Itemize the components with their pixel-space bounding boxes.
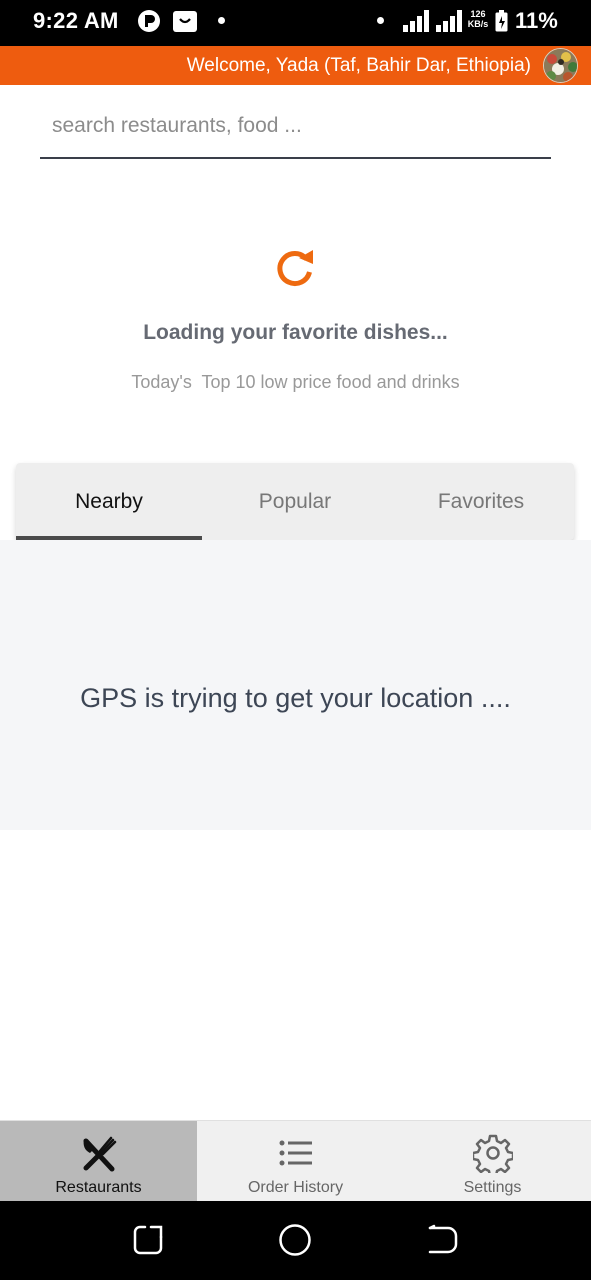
- refresh-icon: [273, 245, 317, 294]
- nav-label-restaurants: Restaurants: [55, 1179, 142, 1196]
- category-tabs: Nearby Popular Favorites: [16, 463, 574, 540]
- signal-icon: [403, 10, 433, 37]
- app-screen: 9:22 AM 126 KB/s 11% Welcome, Yada (Taf,…: [0, 0, 591, 1280]
- battery-percent: 11%: [515, 8, 558, 33]
- system-navigation-bar: [0, 1201, 591, 1280]
- battery-icon: [495, 10, 508, 37]
- app-notification-icon: [137, 9, 161, 38]
- notification-dot-icon: [377, 17, 384, 24]
- gps-status-message: GPS is trying to get your location ....: [80, 683, 511, 713]
- gear-icon: [471, 1133, 514, 1178]
- nav-label-settings: Settings: [463, 1179, 522, 1196]
- loading-subtitle: Today's Top 10 low price food and drinks: [131, 372, 460, 392]
- welcome-bar: Welcome, Yada (Taf, Bahir Dar, Ethiopia): [0, 46, 591, 85]
- recent-apps-icon[interactable]: [131, 1223, 165, 1262]
- nav-settings[interactable]: Settings: [394, 1121, 591, 1201]
- avatar[interactable]: [543, 48, 578, 83]
- status-bar: 9:22 AM 126 KB/s 11%: [0, 0, 591, 46]
- home-icon[interactable]: [278, 1223, 312, 1262]
- tab-favorites[interactable]: Favorites: [388, 463, 574, 540]
- network-speed: 126 KB/s: [467, 9, 489, 29]
- search-input[interactable]: [52, 110, 532, 142]
- notification-dot-icon: [218, 17, 225, 24]
- welcome-text: Welcome, Yada (Taf, Bahir Dar, Ethiopia): [186, 55, 531, 76]
- nav-restaurants[interactable]: Restaurants: [0, 1121, 197, 1201]
- gps-status-panel: GPS is trying to get your location ....: [0, 540, 591, 830]
- loading-title: Loading your favorite dishes...: [143, 321, 448, 344]
- back-icon[interactable]: [426, 1223, 460, 1262]
- fork-knife-icon: [78, 1133, 120, 1180]
- signal-icon: [436, 10, 464, 37]
- list-icon: [276, 1133, 316, 1178]
- nav-order-history[interactable]: Order History: [197, 1121, 394, 1201]
- tab-popular[interactable]: Popular: [202, 463, 388, 540]
- status-time: 9:22 AM: [33, 8, 119, 33]
- bottom-navigation: Restaurants Order History Settings: [0, 1120, 591, 1201]
- search-field: [40, 102, 551, 159]
- shopping-bag-icon: [172, 9, 198, 38]
- tab-nearby[interactable]: Nearby: [16, 463, 202, 540]
- nav-label-order-history: Order History: [247, 1179, 344, 1196]
